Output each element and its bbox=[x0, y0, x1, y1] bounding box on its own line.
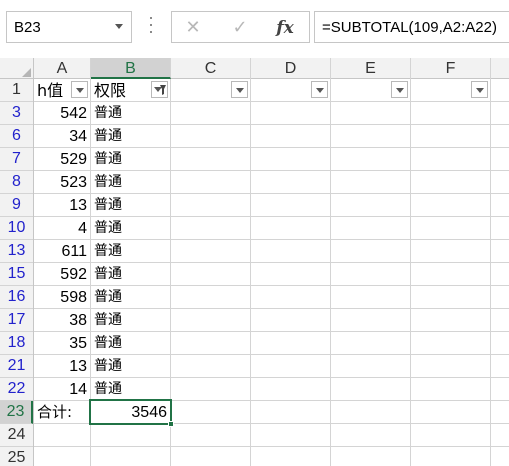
row-header[interactable]: 18 bbox=[0, 332, 33, 355]
cell-a[interactable]: 523 bbox=[34, 171, 90, 194]
filter-dropdown-a[interactable] bbox=[71, 81, 88, 98]
row-header[interactable]: 3 bbox=[0, 102, 33, 125]
row-header[interactable]: 15 bbox=[0, 263, 33, 286]
insert-function-icon[interactable]: fx bbox=[272, 18, 298, 38]
chevron-down-icon bbox=[396, 88, 404, 93]
chevron-down-icon bbox=[76, 88, 84, 93]
column-header-c[interactable]: C bbox=[171, 58, 251, 79]
row-header[interactable]: 7 bbox=[0, 148, 33, 171]
column-header-b[interactable]: B bbox=[91, 58, 171, 79]
cell-b[interactable]: 普通 bbox=[91, 125, 170, 148]
row-header[interactable]: 17 bbox=[0, 309, 33, 332]
column-header-f[interactable]: F bbox=[411, 58, 491, 79]
cell-b[interactable]: 普通 bbox=[91, 355, 170, 378]
cell-b[interactable]: 普通 bbox=[91, 332, 170, 355]
cell-a[interactable]: 542 bbox=[34, 102, 90, 125]
cell-b[interactable]: 普通 bbox=[91, 194, 170, 217]
gridline bbox=[250, 79, 251, 466]
cell-a[interactable]: 529 bbox=[34, 148, 90, 171]
filter-dropdown-d[interactable] bbox=[311, 81, 328, 98]
enter-icon[interactable]: ✓ bbox=[227, 18, 253, 38]
row-header[interactable]: 9 bbox=[0, 194, 33, 217]
chevron-down-icon bbox=[476, 88, 484, 93]
filter-dropdown-f[interactable] bbox=[471, 81, 488, 98]
column-header-d[interactable]: D bbox=[251, 58, 331, 79]
row-header[interactable]: 24 bbox=[0, 424, 33, 447]
gridline bbox=[410, 79, 411, 466]
row-header[interactable]: 25 bbox=[0, 447, 33, 466]
header-cell-a[interactable]: h值 bbox=[34, 79, 74, 102]
row-header[interactable]: 8 bbox=[0, 171, 33, 194]
row-header[interactable]: 22 bbox=[0, 378, 33, 401]
name-box-value[interactable]: B23 bbox=[14, 19, 41, 36]
formula-buttons: ✕ ✓ fx bbox=[171, 11, 310, 43]
fill-handle[interactable] bbox=[168, 421, 174, 427]
name-box[interactable]: B23 bbox=[6, 11, 132, 43]
formula-input[interactable]: =SUBTOTAL(109,A2:A22) bbox=[314, 11, 509, 43]
row-header[interactable]: 23 bbox=[0, 401, 33, 424]
row-header[interactable]: 10 bbox=[0, 217, 33, 240]
column-header-g[interactable] bbox=[491, 58, 509, 79]
filter-dropdown-c[interactable] bbox=[231, 81, 248, 98]
chevron-down-icon[interactable] bbox=[115, 24, 123, 29]
active-cell-border bbox=[89, 399, 172, 425]
row-header-bar: 1 3 6 7 8 9 10 13 15 16 17 18 21 22 23 2… bbox=[0, 79, 34, 466]
cell-b[interactable]: 普通 bbox=[91, 309, 170, 332]
column-header-a[interactable]: A bbox=[34, 58, 91, 79]
formula-bar-area: B23 ✕ ✓ fx =SUBTOTAL(109,A2:A22) bbox=[0, 0, 509, 58]
cell-a[interactable]: 38 bbox=[34, 309, 90, 332]
cell-b[interactable]: 普通 bbox=[91, 217, 170, 240]
cell-b[interactable]: 普通 bbox=[91, 286, 170, 309]
cell-b[interactable]: 普通 bbox=[91, 102, 170, 125]
gridline bbox=[330, 79, 331, 466]
cell-a[interactable]: 14 bbox=[34, 378, 90, 401]
filter-dropdown-b[interactable] bbox=[151, 81, 168, 98]
row-header[interactable]: 21 bbox=[0, 355, 33, 378]
row-header[interactable]: 16 bbox=[0, 286, 33, 309]
cell-a[interactable]: 13 bbox=[34, 355, 90, 378]
column-header-bar: A B C D E F bbox=[0, 58, 509, 79]
cell-a[interactable]: 592 bbox=[34, 263, 90, 286]
cancel-icon[interactable]: ✕ bbox=[180, 18, 206, 38]
cell-a[interactable]: 34 bbox=[34, 125, 90, 148]
cell-a[interactable]: 611 bbox=[34, 240, 90, 263]
cell-b[interactable]: 普通 bbox=[91, 240, 170, 263]
row-header[interactable]: 6 bbox=[0, 125, 33, 148]
row-header[interactable]: 13 bbox=[0, 240, 33, 263]
cell-a[interactable]: 35 bbox=[34, 332, 90, 355]
row-header[interactable]: 1 bbox=[0, 79, 33, 102]
filter-dropdown-e[interactable] bbox=[391, 81, 408, 98]
chevron-down-icon bbox=[236, 88, 244, 93]
formula-text[interactable]: =SUBTOTAL(109,A2:A22) bbox=[322, 19, 497, 36]
header-cell-b[interactable]: 权限 bbox=[91, 79, 149, 102]
gridline bbox=[490, 79, 491, 466]
cell-b[interactable]: 普通 bbox=[91, 148, 170, 171]
column-header-e[interactable]: E bbox=[331, 58, 411, 79]
cell-b[interactable]: 普通 bbox=[91, 378, 170, 401]
chevron-down-icon bbox=[316, 88, 324, 93]
cell-a[interactable]: 13 bbox=[34, 194, 90, 217]
gridline bbox=[34, 446, 509, 447]
cell-a[interactable]: 598 bbox=[34, 286, 90, 309]
cell-b[interactable]: 普通 bbox=[91, 263, 170, 286]
grip-icon[interactable] bbox=[150, 17, 153, 35]
cell-a[interactable]: 4 bbox=[34, 217, 90, 240]
select-all-button[interactable] bbox=[0, 58, 34, 79]
total-label-cell[interactable]: 合计: bbox=[34, 401, 90, 424]
filter-funnel-icon bbox=[160, 85, 166, 95]
worksheet-grid[interactable]: h值 权限 542 普通 34 普通 529 普通 523 普通 13 普通 4… bbox=[34, 79, 509, 466]
cell-b[interactable]: 普通 bbox=[91, 171, 170, 194]
